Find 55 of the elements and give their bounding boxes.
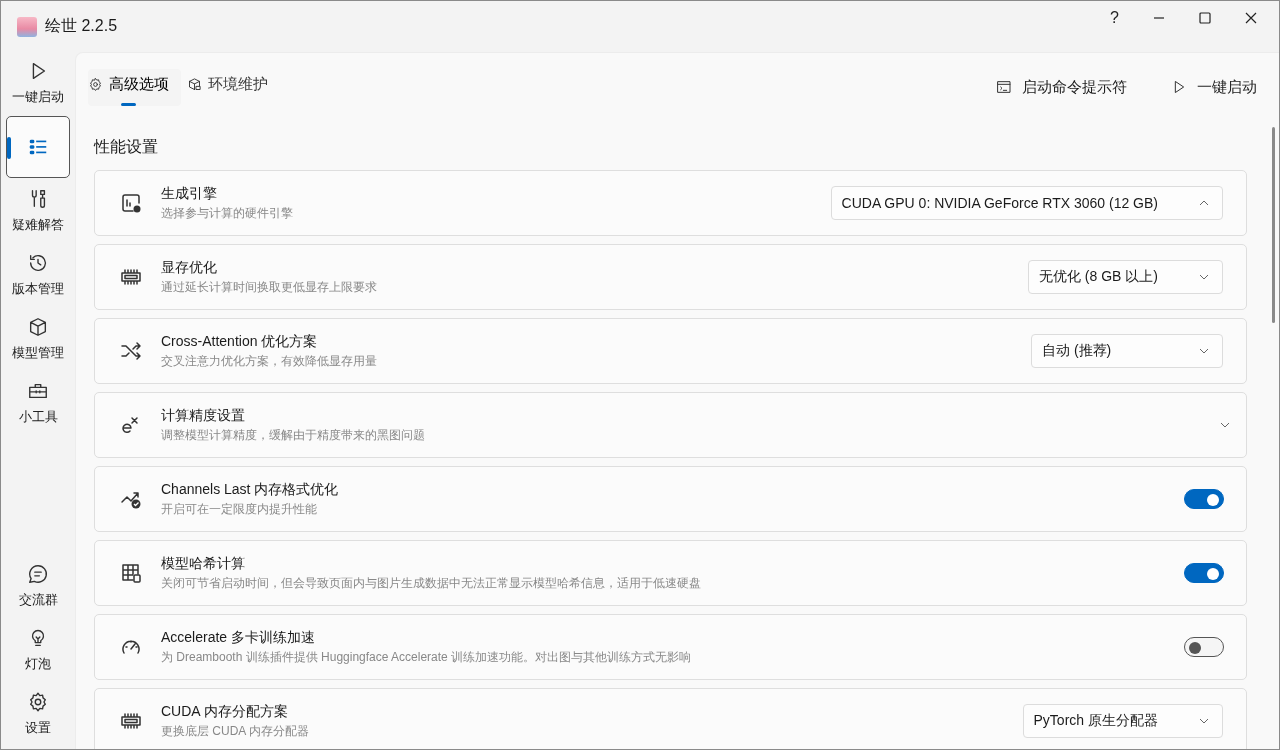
setting-description: 更换底层 CUDA 内存分配器 (161, 722, 310, 740)
command-prompt-button[interactable]: 启动命令提示符 (996, 77, 1127, 97)
setting-description: 交叉注意力优化方案，有效降低显存用量 (161, 352, 378, 370)
shuffle-icon (119, 339, 143, 363)
setting-description: 关闭可节省启动时间，但会导致页面内与图片生成数据中无法正常显示模型哈希信息，适用于低速硬盘 (161, 574, 702, 592)
close-icon[interactable] (1245, 12, 1257, 24)
dropdown[interactable]: PyTorch 原生分配器 (1022, 704, 1223, 738)
setting-title: CUDA 内存分配方案 (161, 702, 289, 721)
setting-description: 通过延长计算时间换取更低显存上限要求 (161, 278, 378, 296)
setting-description: 开启可在一定限度内提升性能 (161, 500, 318, 518)
nav-item[interactable]: 小工具 (6, 372, 70, 434)
section-title: 性能设置 (94, 137, 159, 157)
nav-item[interactable]: 一键启动 (6, 52, 70, 114)
dropdown[interactable]: CUDA GPU 0: NVIDIA GeForce RTX 3060 (12 GB) (830, 186, 1223, 220)
setting-title: 显存优化 (161, 258, 218, 277)
setting-title: Channels Last 内存格式优化 (161, 480, 340, 499)
history-icon (27, 252, 49, 274)
setting-description: 为 Dreambooth 训练插件提供 Huggingface Accelerate 训练加速功能。对出图与其他训练方式无影响 (161, 648, 693, 666)
setting-title: 计算精度设置 (161, 406, 246, 425)
table-calculator-icon (119, 561, 143, 585)
help-button[interactable]: ? (1110, 9, 1119, 27)
setting-title: Cross-Attention 优化方案 (161, 332, 319, 351)
chat-bubble-icon (27, 563, 49, 585)
toggle-switch[interactable] (1184, 489, 1224, 509)
setting-title: 生成引擎 (161, 184, 218, 203)
dropdown[interactable]: 无优化 (8 GB 以上) (1028, 260, 1223, 294)
toggle-switch[interactable] (1184, 637, 1224, 657)
app-logo (17, 16, 37, 37)
settings-icon (88, 76, 103, 92)
selection-indicator (7, 137, 11, 159)
nav-item[interactable]: 交流群 (6, 555, 70, 617)
setting-description: 选择参与计算的硬件引擎 (161, 204, 294, 222)
nav-item[interactable]: 设置 (6, 683, 70, 745)
setting-title: Accelerate 多卡训练加速 (161, 628, 317, 647)
tab[interactable]: 高级选项 (88, 68, 181, 106)
nav-item[interactable]: 疑难解答 (6, 180, 70, 242)
launch-button[interactable]: 一键启动 (1171, 77, 1257, 97)
cube-icon (27, 316, 49, 338)
nav-item[interactable]: 版本管理 (6, 244, 70, 306)
settings-icon (27, 691, 49, 713)
setting-card[interactable]: 计算精度设置 调整模型计算精度，缓解由于精度带来的黑图问题 (94, 392, 1247, 458)
maximize-icon[interactable] (1199, 12, 1211, 24)
setting-title: 模型哈希计算 (161, 554, 246, 573)
terminal-icon (996, 79, 1012, 95)
toggle-switch[interactable] (1184, 563, 1224, 583)
dropdown[interactable]: 自动 (推荐) (1031, 334, 1223, 368)
tab[interactable]: 环境维护 (187, 68, 280, 106)
nav-item[interactable]: 模型管理 (6, 308, 70, 370)
scrollbar[interactable] (1272, 127, 1275, 323)
setting-description: 调整模型计算精度，缓解由于精度带来的黑图问题 (161, 426, 426, 444)
nav-item[interactable]: 灯泡 (6, 619, 70, 681)
package-icon (187, 76, 202, 92)
nav-item[interactable] (6, 116, 70, 178)
tab-underline (121, 102, 136, 106)
window-title: 绘世 2.2.5 (45, 16, 118, 36)
